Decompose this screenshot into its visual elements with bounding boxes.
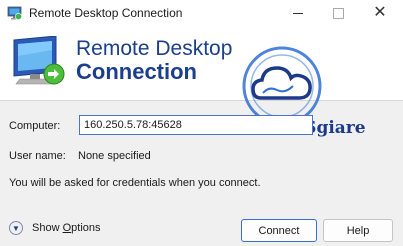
- remote-desktop-icon: [7, 6, 23, 21]
- remote-desktop-banner-icon: [13, 36, 65, 85]
- computer-input[interactable]: [79, 115, 313, 135]
- window-title: Remote Desktop Connection: [29, 6, 183, 20]
- show-options-button[interactable]: ▼ Show Options: [9, 221, 101, 235]
- banner-title-line2: Connection: [76, 59, 197, 84]
- header-banner: Remote Desktop Connection: [0, 26, 403, 101]
- maximize-icon: [332, 7, 344, 19]
- computer-label: Computer:: [9, 120, 61, 132]
- user-name-label: User name:: [9, 150, 66, 162]
- banner-title-line1: Remote Desktop: [76, 37, 233, 60]
- credentials-message: You will be asked for credentials when y…: [9, 177, 261, 189]
- chevron-down-icon: ▼: [9, 221, 23, 235]
- maximize-button[interactable]: [318, 0, 358, 26]
- user-name-value: None specified: [78, 150, 151, 162]
- help-button[interactable]: Help: [323, 219, 393, 242]
- close-icon: ✕: [373, 4, 387, 21]
- rdc-window: Remote Desktop Connection ✕ Remote Deskt…: [0, 0, 403, 246]
- minimize-icon: [293, 12, 303, 14]
- show-options-label: Show Options: [32, 222, 101, 234]
- close-button[interactable]: ✕: [360, 0, 400, 26]
- title-bar[interactable]: Remote Desktop Connection ✕: [0, 0, 403, 26]
- connect-button[interactable]: Connect: [241, 219, 317, 242]
- minimize-button[interactable]: [278, 0, 318, 26]
